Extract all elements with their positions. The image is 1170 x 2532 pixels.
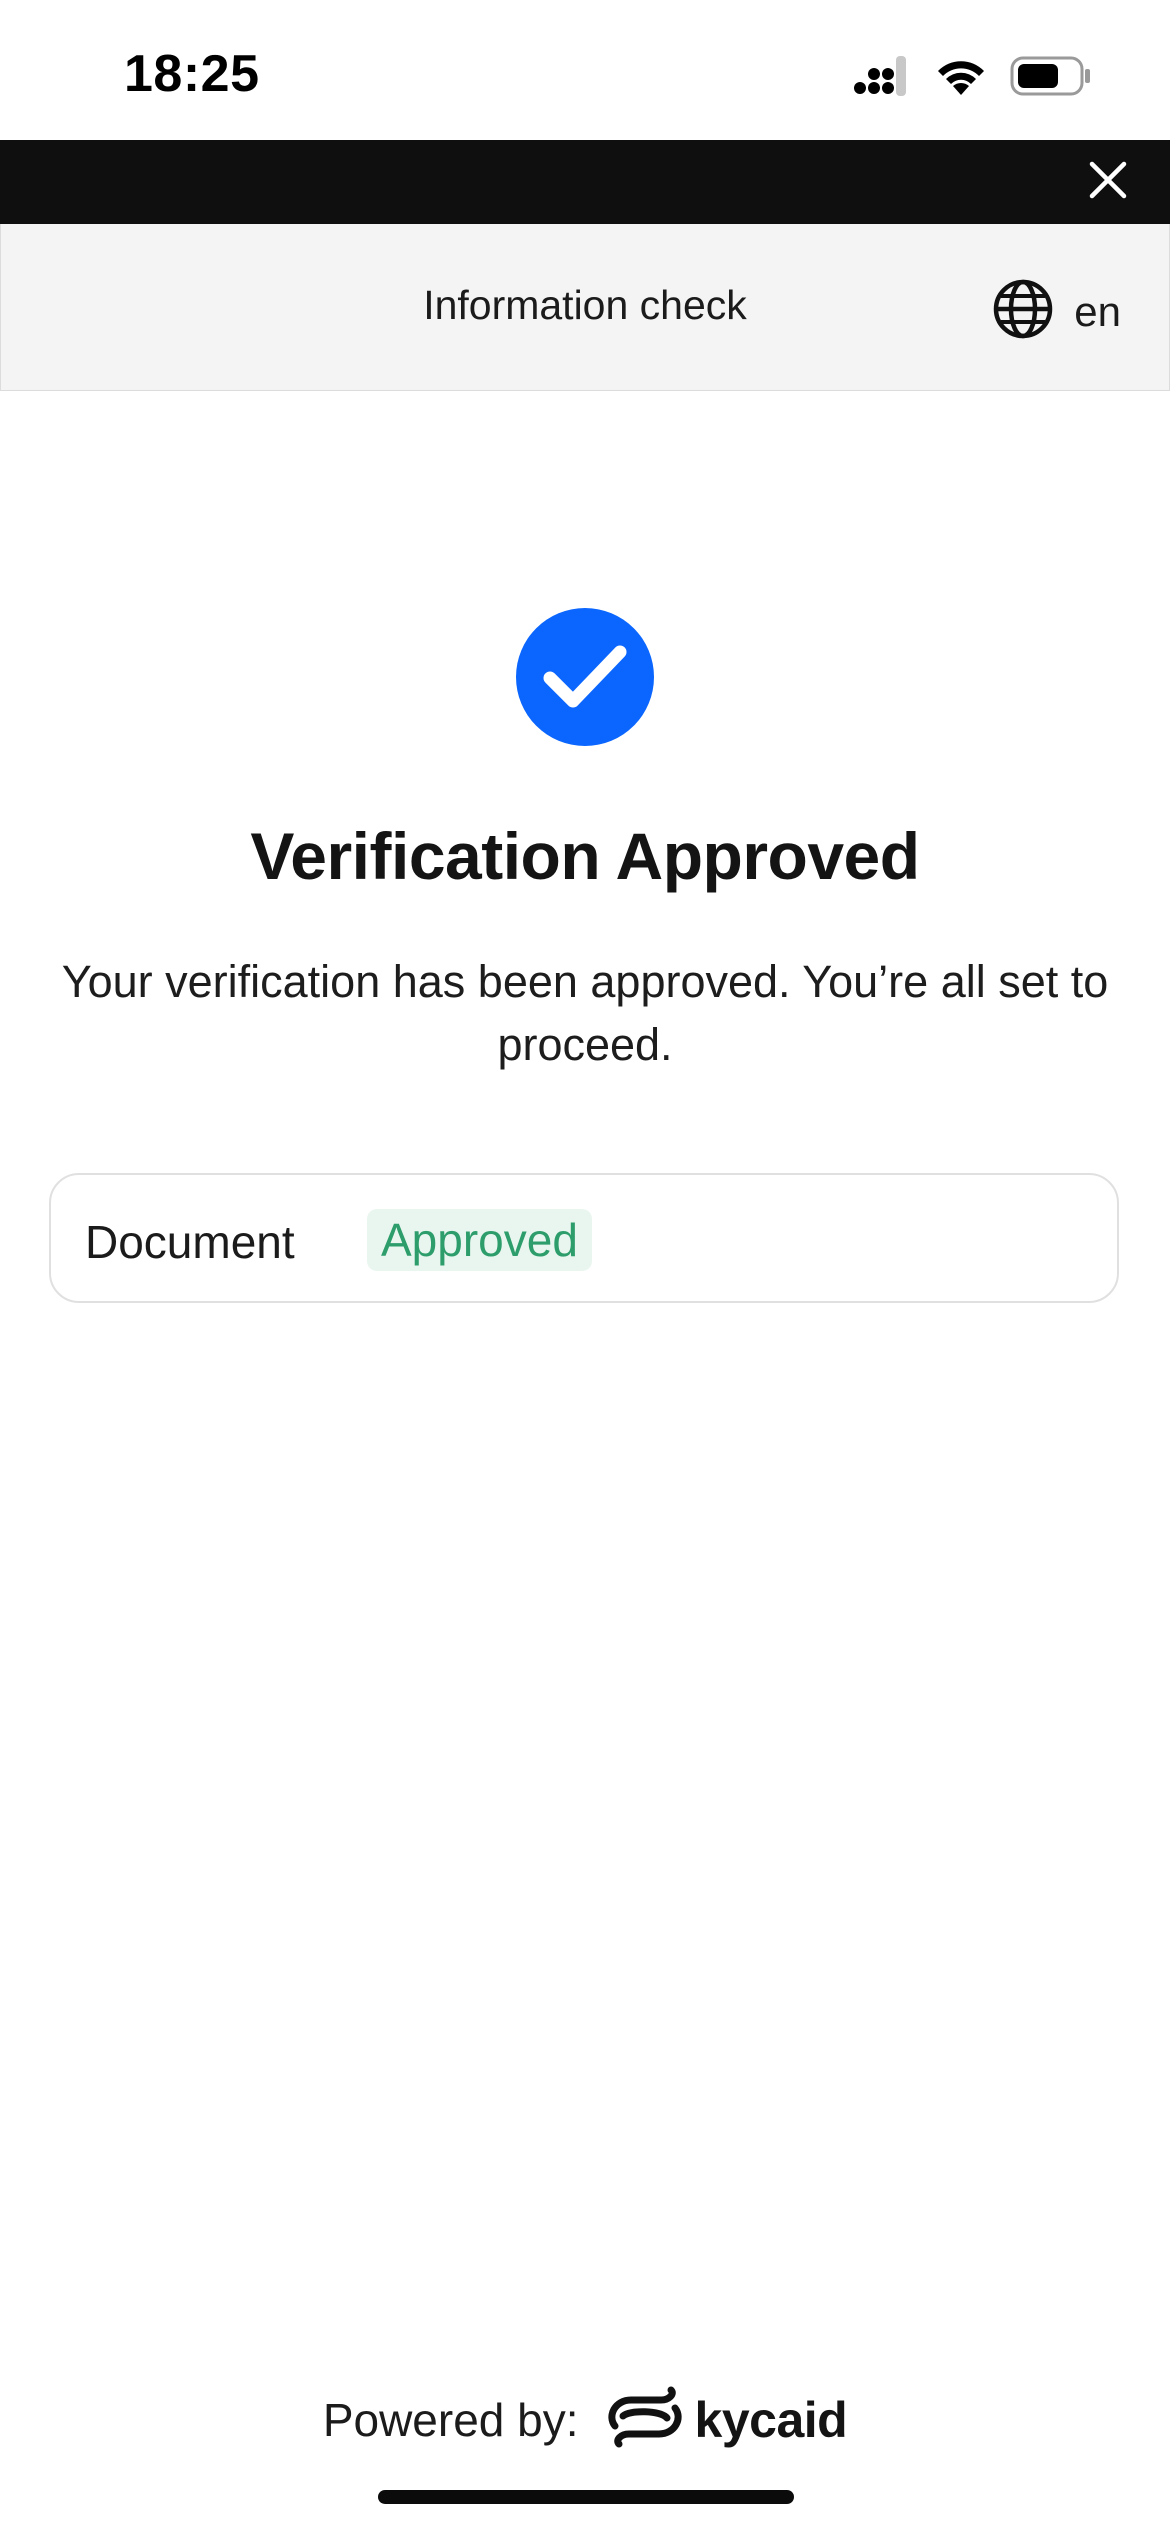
status-badge: Approved xyxy=(367,1209,592,1271)
screen: 18:25 Information check en Verification … xyxy=(0,0,1170,2532)
status-icons xyxy=(852,54,1092,102)
document-label: Document xyxy=(85,1216,295,1268)
close-icon xyxy=(1088,160,1128,205)
language-selector[interactable]: en xyxy=(992,278,1121,345)
language-label: en xyxy=(1074,287,1121,335)
globe-icon xyxy=(992,278,1054,345)
powered-by-label: Powered by: xyxy=(322,2393,579,2446)
top-bar xyxy=(0,140,1170,224)
close-button[interactable] xyxy=(1082,156,1134,208)
kycaid-logo-icon xyxy=(605,2386,685,2453)
header: Information check en xyxy=(0,224,1170,391)
brand: kycaid xyxy=(605,2386,848,2453)
verification-title: Verification Approved xyxy=(250,819,920,893)
status-time: 18:25 xyxy=(124,45,260,103)
wifi-icon xyxy=(934,55,988,102)
checkmark-circle-icon xyxy=(516,608,654,746)
cellular-signal-icon xyxy=(852,54,912,103)
document-status-card: Document Approved xyxy=(49,1173,1119,1303)
status-bar: 18:25 xyxy=(0,0,1170,140)
battery-icon xyxy=(1010,56,1092,101)
home-indicator xyxy=(378,2490,794,2504)
footer: Powered by: kycaid xyxy=(0,2386,1170,2453)
brand-name: kycaid xyxy=(694,2391,848,2448)
verification-description: Your verification has been approved. You… xyxy=(61,956,1109,1070)
